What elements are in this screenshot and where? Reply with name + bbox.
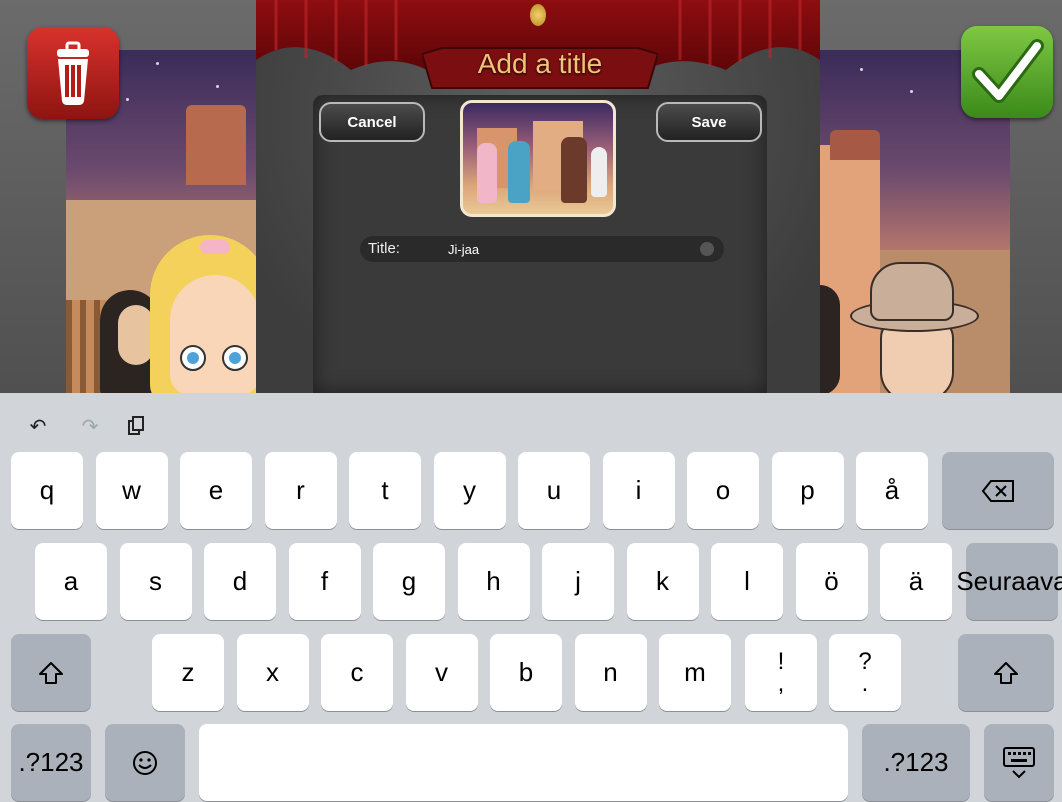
key-i[interactable]: i: [602, 452, 675, 529]
key-m[interactable]: m: [659, 634, 731, 711]
title-field-label: Title:: [368, 240, 400, 257]
add-title-dialog: Add a title Cancel Save Title:: [256, 0, 820, 393]
key-f[interactable]: f: [288, 543, 361, 620]
redo-icon[interactable]: ↷: [78, 414, 102, 438]
shift-key-left[interactable]: [11, 634, 91, 711]
shift-key-right[interactable]: [958, 634, 1054, 711]
title-field-row: Title:: [360, 236, 724, 262]
key-o[interactable]: o: [687, 452, 759, 529]
emoji-icon: [133, 750, 157, 775]
shift-icon: [39, 661, 63, 684]
key-r[interactable]: r: [264, 452, 337, 529]
paste-icon[interactable]: [124, 414, 148, 438]
key-g[interactable]: g: [373, 543, 445, 620]
punct-key-label: !,: [777, 647, 785, 697]
space-key[interactable]: [199, 724, 848, 801]
blonde-character-face: [170, 275, 260, 393]
title-input[interactable]: [448, 239, 688, 259]
key-k[interactable]: k: [626, 543, 699, 620]
key-b[interactable]: b: [490, 634, 562, 711]
bearded-character-face: [118, 305, 154, 365]
key-ä[interactable]: ä: [880, 543, 952, 620]
numbers-key-right[interactable]: .?123: [862, 724, 970, 801]
key-q[interactable]: q: [11, 452, 83, 529]
clear-text-icon[interactable]: [700, 242, 714, 256]
delete-button[interactable]: [27, 27, 119, 119]
story-scene: Add a title Cancel Save Title:: [0, 0, 1062, 393]
backspace-icon: [981, 479, 1014, 502]
key-n[interactable]: n: [574, 634, 647, 711]
dismiss-keyboard-key[interactable]: [984, 724, 1054, 801]
story-thumbnail: [460, 100, 616, 217]
key-å[interactable]: å: [856, 452, 928, 529]
character-eye-right: [222, 345, 248, 371]
key-y[interactable]: y: [433, 452, 506, 529]
backspace-key[interactable]: [942, 452, 1054, 529]
return-key[interactable]: Seuraava: [956, 543, 1062, 620]
key-p[interactable]: p: [771, 452, 844, 529]
key-v[interactable]: v: [405, 634, 478, 711]
key-s[interactable]: s: [119, 543, 192, 620]
key-j[interactable]: j: [542, 543, 614, 620]
key-h[interactable]: h: [457, 543, 530, 620]
key-z[interactable]: z: [152, 634, 224, 711]
key-exclaim-comma[interactable]: !,: [745, 634, 817, 711]
key-x[interactable]: x: [236, 634, 309, 711]
keyboard-dismiss-icon: [1003, 746, 1035, 778]
checkmark-icon: [972, 39, 1044, 103]
curtain-ornament: [530, 4, 546, 26]
shift-icon: [994, 661, 1018, 684]
key-question-period[interactable]: ?.: [829, 634, 901, 711]
key-l[interactable]: l: [711, 543, 783, 620]
cowboy-hat: [870, 262, 954, 321]
key-a[interactable]: a: [35, 543, 107, 620]
emoji-key[interactable]: [105, 724, 185, 801]
punct-key-label: ?.: [858, 647, 872, 697]
key-u[interactable]: u: [518, 452, 590, 529]
character-eye-left: [180, 345, 206, 371]
key-t[interactable]: t: [349, 452, 421, 529]
dialog-title: Add a title: [477, 48, 603, 79]
key-e[interactable]: e: [180, 452, 252, 529]
key-c[interactable]: c: [321, 634, 393, 711]
cancel-button[interactable]: Cancel: [319, 102, 425, 142]
key-ö[interactable]: ö: [795, 543, 868, 620]
trash-icon: [57, 41, 89, 105]
save-button[interactable]: Save: [656, 102, 762, 142]
hair-bow: [200, 240, 230, 254]
key-d[interactable]: d: [204, 543, 276, 620]
confirm-button[interactable]: [961, 26, 1053, 118]
numbers-key-left[interactable]: .?123: [11, 724, 91, 801]
key-w[interactable]: w: [95, 452, 168, 529]
undo-icon[interactable]: ↶: [26, 414, 50, 438]
